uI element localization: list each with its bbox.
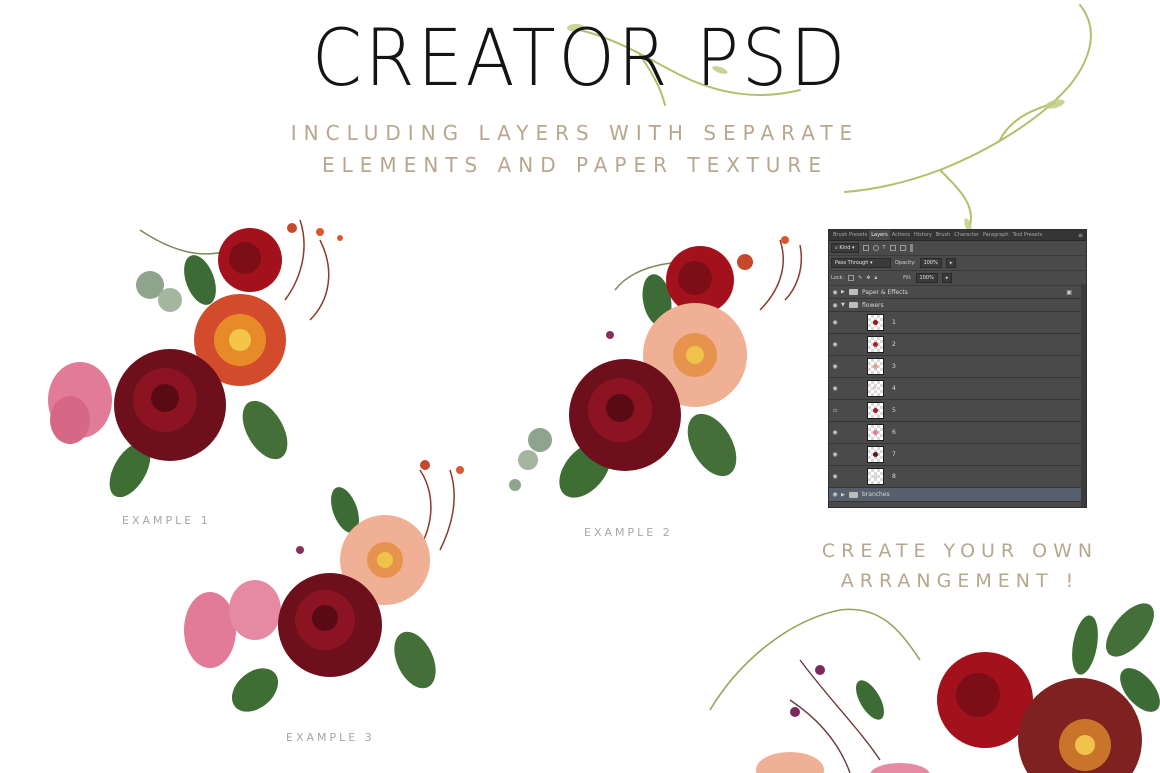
visibility-eye-icon[interactable]: ◉	[829, 473, 841, 480]
tab-layers[interactable]: Layers	[869, 230, 890, 240]
visibility-hidden-icon[interactable]: ▫	[829, 407, 841, 414]
layer-thumbnail	[867, 402, 884, 419]
bouquet-example-2	[509, 236, 802, 498]
filter-kind-select[interactable]: ⌕ Kind ▾	[831, 243, 859, 253]
bouquet-example-3	[184, 460, 464, 712]
visibility-eye-icon[interactable]: ◉	[829, 341, 841, 348]
visibility-eye-icon[interactable]: ◉	[829, 491, 841, 498]
blend-row: Pass Through ▾ Opacity: 100% ▸	[829, 256, 1086, 271]
layer-name: 4	[892, 385, 896, 392]
folder-icon	[849, 289, 858, 295]
layer-name: 5	[892, 407, 896, 414]
lock-label: Lock:	[831, 275, 845, 281]
opacity-input[interactable]: 100%	[919, 258, 942, 268]
layer-name: Paper & Effects	[862, 288, 908, 296]
example-1-caption: EXAMPLE 1	[122, 514, 211, 527]
filter-row: ⌕ Kind ▾ T	[829, 241, 1086, 256]
layer-name: 3	[892, 363, 896, 370]
blend-mode-value: Pass Through	[835, 260, 869, 266]
layer-group-branches[interactable]: ◉ ▶ branches	[829, 488, 1086, 502]
filter-adjustment-icon[interactable]	[872, 245, 879, 251]
layer-name: flowers	[862, 301, 884, 309]
example-2-caption: EXAMPLE 2	[584, 526, 673, 539]
visibility-eye-icon[interactable]: ◉	[829, 302, 841, 309]
filter-pixel-icon[interactable]	[862, 245, 869, 251]
filter-type-icon[interactable]: T	[883, 245, 886, 251]
filter-toggle-icon[interactable]	[909, 244, 913, 252]
example-3-caption: EXAMPLE 3	[286, 731, 375, 744]
filter-smart-object-icon[interactable]	[899, 245, 906, 251]
cta-line-2: ARRANGEMENT !	[840, 570, 1080, 592]
layer-name: 2	[892, 341, 896, 348]
layer-thumbnail	[867, 446, 884, 463]
layer-thumbnail	[867, 358, 884, 375]
filter-shape-icon[interactable]	[889, 245, 896, 251]
blend-mode-select[interactable]: Pass Through ▾	[831, 258, 891, 268]
layer-row[interactable]: ◉ 4	[829, 378, 1086, 400]
layer-name: 8	[892, 473, 896, 480]
layer-name: branches	[862, 491, 890, 498]
lock-row: Lock: ✎ ✥ 🔒︎ Fill: 100% ▸	[829, 271, 1086, 286]
folder-icon	[849, 302, 858, 308]
fill-label: Fill:	[903, 275, 912, 281]
layer-row[interactable]: ◉ 7	[829, 444, 1086, 466]
bouquet-corner	[709, 603, 1160, 773]
layer-row[interactable]: ◉ 2	[829, 334, 1086, 356]
layer-thumbnail	[867, 336, 884, 353]
filter-kind-label: Kind	[839, 245, 851, 251]
lock-pixels-icon[interactable]: ✎	[858, 275, 862, 281]
panel-tabs: Brush Presets Layers Actions History Bru…	[829, 230, 1086, 241]
cta-line-1: CREATE YOUR OWN	[821, 540, 1099, 562]
layer-group-paper-effects[interactable]: ◉ ▶ Paper & Effects ▣	[829, 286, 1086, 299]
layer-row[interactable]: ◉ 6	[829, 422, 1086, 444]
panel-menu-icon[interactable]: ≡	[1078, 232, 1083, 239]
visibility-eye-icon[interactable]: ◉	[829, 319, 841, 326]
tab-actions[interactable]: Actions	[890, 232, 912, 238]
opacity-label: Opacity:	[895, 260, 916, 266]
subtitle-line-1: INCLUDING LAYERS WITH SEPARATE	[290, 121, 860, 145]
tab-character[interactable]: Character	[952, 232, 981, 238]
layers-panel: Brush Presets Layers Actions History Bru…	[829, 230, 1086, 507]
panel-scrollbar[interactable]	[1081, 284, 1086, 507]
visibility-eye-icon[interactable]: ◉	[829, 429, 841, 436]
layer-group-flowers[interactable]: ◉ ▼ flowers	[829, 299, 1086, 312]
visibility-eye-icon[interactable]: ◉	[829, 451, 841, 458]
folder-icon	[849, 491, 858, 498]
opacity-dropdown-icon[interactable]: ▸	[945, 258, 957, 268]
visibility-eye-icon[interactable]: ◉	[829, 289, 841, 296]
search-icon: ⌕	[835, 245, 838, 251]
subtitle-line-2: ELEMENTS AND PAPER TEXTURE	[322, 153, 828, 177]
tab-history[interactable]: History	[912, 232, 934, 238]
tab-paragraph[interactable]: Paragraph	[981, 232, 1011, 238]
layer-thumbnail	[867, 380, 884, 397]
canvas: CREATOR PSD INCLUDING LAYERS WITH SEPARA…	[0, 0, 1160, 773]
tab-tool-presets[interactable]: Tool Presets	[1011, 232, 1045, 238]
layer-row[interactable]: ▫ 5	[829, 400, 1086, 422]
bouquet-example-1	[48, 219, 343, 498]
layer-thumbnail	[867, 314, 884, 331]
layer-thumbnail	[867, 468, 884, 485]
tab-brush-presets[interactable]: Brush Presets	[831, 232, 869, 238]
layer-row[interactable]: ◉ 8	[829, 466, 1086, 488]
fill-input[interactable]: 100%	[915, 273, 938, 283]
lock-all-icon[interactable]: 🔒︎	[875, 275, 878, 281]
layer-row[interactable]: ◉ 1	[829, 312, 1086, 334]
lock-transparency-icon[interactable]	[848, 275, 855, 281]
lock-position-icon[interactable]: ✥	[866, 275, 870, 281]
visibility-eye-icon[interactable]: ◉	[829, 363, 841, 370]
page-title: CREATOR PSD	[311, 14, 849, 104]
expand-arrow-icon[interactable]: ▶	[841, 492, 849, 498]
layer-row[interactable]: ◉ 3	[829, 356, 1086, 378]
lock-icon: ▣	[1066, 288, 1072, 296]
collapse-arrow-icon[interactable]: ▼	[841, 302, 849, 308]
layer-name: 6	[892, 429, 896, 436]
expand-arrow-icon[interactable]: ▶	[841, 289, 849, 295]
fill-dropdown-icon[interactable]: ▸	[941, 273, 953, 283]
layer-name: 7	[892, 451, 896, 458]
tab-brush[interactable]: Brush	[934, 232, 952, 238]
layer-thumbnail	[867, 424, 884, 441]
layer-name: 1	[892, 319, 896, 326]
visibility-eye-icon[interactable]: ◉	[829, 385, 841, 392]
